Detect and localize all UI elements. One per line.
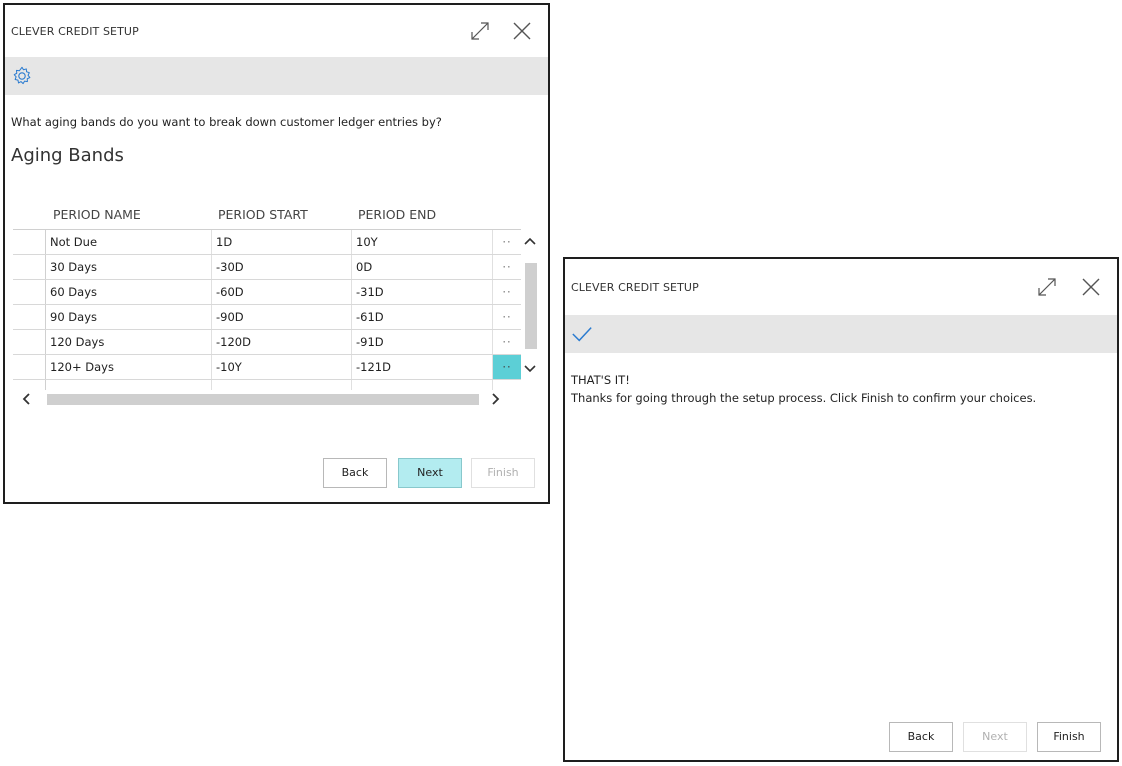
scroll-thumb[interactable] — [47, 394, 479, 405]
close-icon[interactable] — [510, 19, 534, 43]
row-selector — [13, 380, 46, 390]
back-button[interactable]: Back — [323, 458, 387, 488]
finish-button: Finish — [471, 458, 535, 488]
question-text: What aging bands do you want to break do… — [11, 115, 442, 129]
period-end-cell[interactable]: -121D — [352, 355, 493, 379]
next-button: Next — [963, 722, 1027, 752]
next-button[interactable]: Next — [398, 458, 462, 488]
period-end-cell[interactable]: -31D — [352, 280, 493, 304]
period-start-cell[interactable]: -10Y — [212, 355, 352, 379]
period-name-cell[interactable]: 60 Days — [46, 280, 212, 304]
period-end-cell — [352, 380, 493, 390]
period-start-cell[interactable]: -30D — [212, 255, 352, 279]
back-button[interactable]: Back — [889, 722, 953, 752]
period-start-cell — [212, 380, 352, 390]
finish-button[interactable]: Finish — [1037, 722, 1101, 752]
grid-header: PERIOD NAME PERIOD START PERIOD END — [13, 205, 537, 229]
row-selector[interactable] — [13, 330, 46, 354]
period-start-cell[interactable]: 1D — [212, 230, 352, 254]
table-row[interactable]: 120 Days -120D -91D ·· — [13, 330, 521, 355]
setup-dialog-finished: CLEVER CREDIT SETUP THAT'S IT! Thanks fo… — [563, 257, 1119, 762]
completion-heading: THAT'S IT! — [571, 373, 630, 387]
period-start-cell[interactable]: -90D — [212, 305, 352, 329]
section-heading: Aging Bands — [11, 145, 124, 166]
dialog-title: CLEVER CREDIT SETUP — [11, 25, 139, 38]
setup-dialog-aging-bands: CLEVER CREDIT SETUP What aging bands do … — [3, 3, 550, 504]
completion-message: Thanks for going through the setup proce… — [571, 391, 1037, 405]
close-icon[interactable] — [1079, 275, 1103, 299]
horizontal-scrollbar[interactable] — [13, 391, 521, 407]
row-menu-button[interactable]: ·· — [493, 230, 521, 254]
chevron-right-icon[interactable] — [487, 391, 503, 407]
title-bar: CLEVER CREDIT SETUP — [565, 259, 1117, 315]
table-row[interactable]: 90 Days -90D -61D ·· — [13, 305, 521, 330]
vertical-scrollbar[interactable] — [523, 233, 537, 383]
row-menu-button-active[interactable]: ·· — [493, 355, 521, 379]
table-row[interactable]: 120+ Days -10Y -121D ·· — [13, 355, 521, 380]
row-menu-button[interactable]: ·· — [493, 330, 521, 354]
row-selector[interactable] — [13, 305, 46, 329]
period-name-cell — [46, 380, 212, 390]
chevron-left-icon[interactable] — [19, 391, 35, 407]
column-header-period-name[interactable]: PERIOD NAME — [53, 207, 141, 222]
row-selector[interactable] — [13, 280, 46, 304]
step-icon-bar — [565, 315, 1117, 353]
period-name-cell[interactable]: 90 Days — [46, 305, 212, 329]
column-header-period-start[interactable]: PERIOD START — [218, 207, 308, 222]
grid-rows: Not Due 1D 10Y ·· 30 Days -30D 0D ·· 60 … — [13, 229, 521, 390]
row-menu-button[interactable]: ·· — [493, 255, 521, 279]
checkmark-icon — [572, 327, 592, 342]
aging-bands-grid: PERIOD NAME PERIOD START PERIOD END Not … — [13, 205, 537, 390]
chevron-up-icon[interactable] — [523, 233, 537, 249]
period-end-cell[interactable]: 10Y — [352, 230, 493, 254]
table-row[interactable]: 60 Days -60D -31D ·· — [13, 280, 521, 305]
period-end-cell[interactable]: 0D — [352, 255, 493, 279]
expand-icon[interactable] — [468, 19, 492, 43]
step-icon-bar — [5, 57, 548, 95]
period-name-cell[interactable]: 120+ Days — [46, 355, 212, 379]
table-row[interactable]: Not Due 1D 10Y ·· — [13, 230, 521, 255]
scroll-thumb[interactable] — [525, 263, 537, 349]
period-end-cell[interactable]: -91D — [352, 330, 493, 354]
period-name-cell[interactable]: 30 Days — [46, 255, 212, 279]
chevron-down-icon[interactable] — [523, 361, 537, 377]
row-selector[interactable] — [13, 230, 46, 254]
row-selector[interactable] — [13, 255, 46, 279]
period-end-cell[interactable]: -61D — [352, 305, 493, 329]
row-menu-button[interactable]: ·· — [493, 305, 521, 329]
period-start-cell[interactable]: -120D — [212, 330, 352, 354]
period-start-cell[interactable]: -60D — [212, 280, 352, 304]
table-row-partial — [13, 380, 521, 390]
row-selector[interactable] — [13, 355, 46, 379]
period-name-cell[interactable]: 120 Days — [46, 330, 212, 354]
dialog-title: CLEVER CREDIT SETUP — [571, 281, 699, 294]
table-row[interactable]: 30 Days -30D 0D ·· — [13, 255, 521, 280]
column-header-period-end[interactable]: PERIOD END — [358, 207, 436, 222]
expand-icon[interactable] — [1035, 275, 1059, 299]
title-bar: CLEVER CREDIT SETUP — [5, 5, 548, 57]
period-name-cell[interactable]: Not Due — [46, 230, 212, 254]
row-menu-button[interactable]: ·· — [493, 280, 521, 304]
gear-icon — [13, 66, 31, 85]
